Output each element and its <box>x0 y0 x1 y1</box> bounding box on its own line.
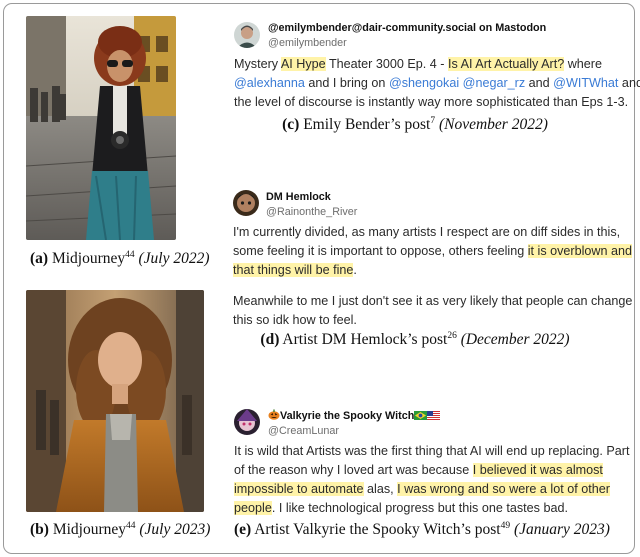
mention-witwhat[interactable]: @WITWhat <box>553 76 618 90</box>
caption-d-date: (December 2022) <box>460 331 570 348</box>
caption-c: (c) Emily Bender’s post7 (November 2022) <box>250 116 580 134</box>
emily-bender-username[interactable]: @emilymbender@dair-community.social on M… <box>268 22 546 34</box>
caption-c-date: (November 2022) <box>438 116 548 133</box>
valkyrie-handle[interactable]: @CreamLunar <box>268 425 339 437</box>
caption-c-text: Emily Bender’s post <box>303 116 431 133</box>
caption-c-ref: 7 <box>430 116 436 126</box>
post-e-line-2: of the reason why I loved art was becaus… <box>234 463 603 477</box>
post-c-line-1: Mystery AI Hype Theater 3000 Ep. 4 - Is … <box>234 57 603 71</box>
valkyrie-username-row[interactable]: Valkyrie the Spooky Witch <box>268 409 441 423</box>
caption-a-letter: (a) <box>30 250 49 267</box>
post-d-text: I'm currently divided, as many artists I… <box>233 223 632 330</box>
post-e-text: It is wild that Artists was the first th… <box>234 442 630 518</box>
caption-e-letter: (e) <box>234 521 252 538</box>
mention-shengokai[interactable]: @shengokai <box>389 76 459 90</box>
caption-a-text: Midjourney <box>51 250 126 267</box>
post-e-line-4: people. I like technological progress bu… <box>234 501 568 515</box>
pumpkin-icon <box>268 409 280 423</box>
caption-b-letter: (b) <box>30 521 49 538</box>
post-d-line-4: Meanwhile to me I just don't see it as v… <box>233 294 633 308</box>
post-c-line-3: the level of discourse is instantly way … <box>234 95 629 109</box>
caption-e-ref: 49 <box>500 521 511 531</box>
us-flag-icon <box>427 411 441 423</box>
post-e-line-1: It is wild that Artists was the first th… <box>234 444 630 458</box>
emily-bender-avatar[interactable] <box>234 22 260 48</box>
post-c-line-2: @alexhanna and I bring on @shengokai @ne… <box>234 76 640 90</box>
dm-hemlock-avatar[interactable] <box>233 190 259 216</box>
post-c-text: Mystery AI Hype Theater 3000 Ep. 4 - Is … <box>234 55 640 112</box>
caption-d-letter: (d) <box>260 331 280 348</box>
mention-alexhanna[interactable]: @alexhanna <box>234 76 305 90</box>
emily-bender-handle[interactable]: @emilymbender <box>268 37 347 49</box>
caption-d-text: Artist DM Hemlock’s post <box>282 331 448 348</box>
dm-hemlock-handle[interactable]: @Rainonthe_River <box>266 206 357 218</box>
caption-e-date: (January 2023) <box>513 521 610 538</box>
post-d-line-3: that things will be fine. <box>233 263 357 277</box>
caption-d-ref: 26 <box>447 331 457 341</box>
caption-b-date: (July 2023) <box>139 521 211 538</box>
brazil-flag-icon <box>414 411 428 423</box>
post-e-line-3: impossible to automate alas, I was wrong… <box>234 482 610 496</box>
midjourney-2022-image <box>26 16 176 240</box>
caption-b-text: Midjourney <box>52 521 127 538</box>
post-d-line-5: this so idk how to feel. <box>233 313 357 327</box>
caption-a-ref: 44 <box>125 250 135 260</box>
mention-negar-rz[interactable]: @negar_rz <box>463 76 526 90</box>
caption-a: (a) Midjourney44 (July 2022) <box>30 250 210 268</box>
caption-e: (e) Artist Valkyrie the Spooky Witch’s p… <box>234 521 610 539</box>
caption-b-ref: 44 <box>126 521 136 531</box>
caption-e-text: Artist Valkyrie the Spooky Witch’s post <box>254 521 501 538</box>
dm-hemlock-username[interactable]: DM Hemlock <box>266 191 331 203</box>
post-d-line-2: some feeling it is important to oppose, … <box>233 244 633 258</box>
caption-a-date: (July 2022) <box>138 250 210 267</box>
caption-b: (b) Midjourney44 (July 2023) <box>30 521 210 539</box>
caption-c-letter: (c) <box>282 116 300 133</box>
midjourney-2023-image <box>26 290 204 512</box>
post-d-line-1: I'm currently divided, as many artists I… <box>233 225 621 239</box>
caption-d: (d) Artist DM Hemlock’s post26 (December… <box>250 331 580 349</box>
valkyrie-username: Valkyrie the Spooky Witch <box>280 410 415 422</box>
valkyrie-avatar[interactable] <box>234 409 260 435</box>
